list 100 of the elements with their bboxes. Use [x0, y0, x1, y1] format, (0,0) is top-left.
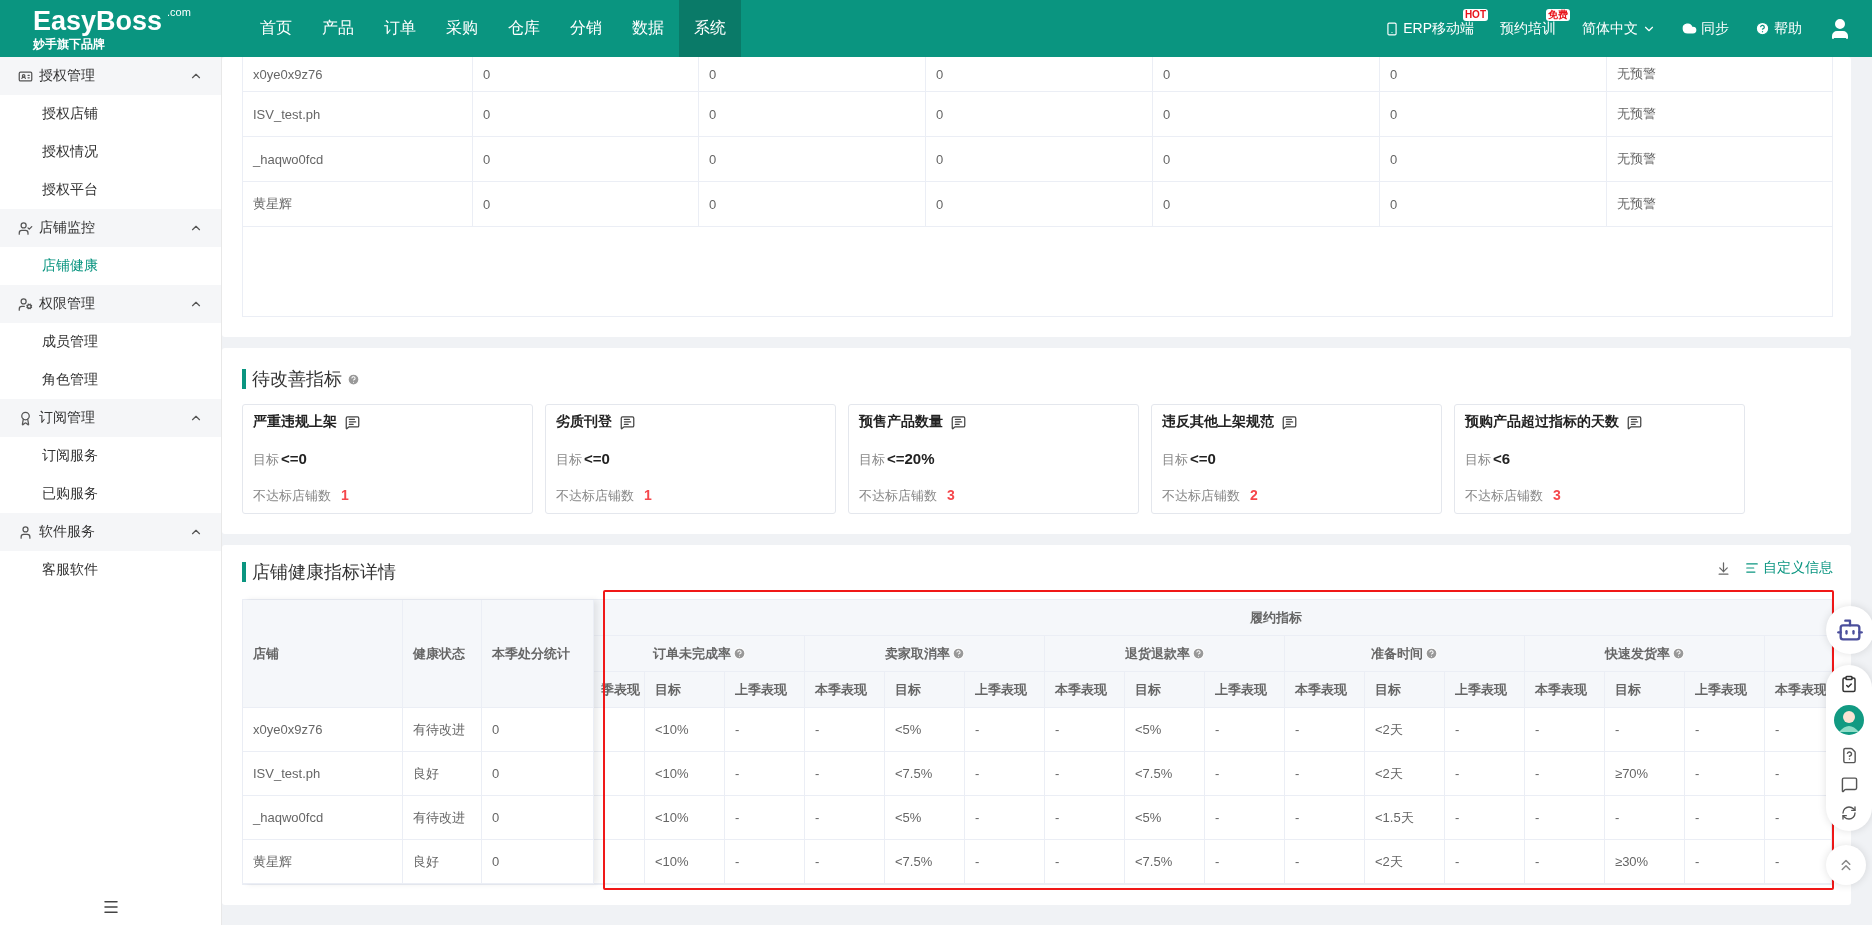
collapse-menu-icon[interactable] — [101, 898, 120, 916]
table-cell: - — [1685, 752, 1765, 796]
column-header: 上季表现 — [725, 672, 805, 708]
table-cell: - — [965, 840, 1045, 884]
chat-icon[interactable] — [1840, 776, 1858, 793]
table-cell: - — [1525, 840, 1605, 884]
target-value: <6 — [1493, 449, 1511, 467]
checklist-icon[interactable] — [1840, 675, 1858, 693]
fail-label: 不达标店铺数 — [556, 487, 634, 505]
metric-name: 订单未完成率 — [652, 644, 731, 663]
table-cell: 0 — [1380, 137, 1607, 181]
column-header: 健康状态 — [403, 600, 482, 708]
sidebar-item[interactable]: 授权平台 — [0, 171, 221, 209]
column-header: 上季表现 — [1445, 672, 1525, 708]
help-icon[interactable] — [1671, 647, 1685, 660]
nav-item[interactable]: 首页 — [245, 0, 307, 57]
table-cell: ISV_test.ph — [243, 752, 403, 796]
sidebar-item[interactable]: 授权情况 — [0, 133, 221, 171]
table-cell: 0 — [1380, 57, 1607, 91]
sidebar-group[interactable]: 授权管理 — [0, 57, 221, 95]
download-icon[interactable] — [1716, 560, 1731, 576]
nav-item[interactable]: 订单 — [369, 0, 431, 57]
help-icon[interactable] — [951, 647, 965, 660]
table-cell: <10% — [645, 840, 725, 884]
header-link[interactable]: 预约培训 — [1500, 19, 1556, 38]
table-cell: - — [1525, 796, 1605, 840]
sidebar-group[interactable]: 订阅管理 — [0, 399, 221, 437]
column-header: 本季表现 — [1525, 672, 1605, 708]
table-cell: <7.5% — [1125, 840, 1205, 884]
table-cell: - — [1525, 708, 1605, 752]
table-cell: 0 — [926, 182, 1153, 226]
table-cell: 0 — [473, 137, 699, 181]
table-cell: 0 — [1380, 182, 1607, 226]
help-icon — [1755, 21, 1770, 36]
table-cell: - — [965, 796, 1045, 840]
sidebar-item[interactable]: 客服软件 — [0, 551, 221, 589]
assistant-button[interactable] — [1826, 606, 1872, 654]
nav-item[interactable]: 采购 — [431, 0, 493, 57]
table-cell: - — [1285, 752, 1365, 796]
table-cell: 0 — [1153, 92, 1380, 136]
sidebar-item[interactable]: 店铺健康 — [0, 247, 221, 285]
table-cell: 0 — [482, 708, 594, 752]
sidebar-item[interactable]: 授权店铺 — [0, 95, 221, 133]
table-cell: <1.5天 — [1365, 796, 1445, 840]
refresh-icon[interactable] — [1841, 805, 1857, 821]
table-cell: - — [1285, 840, 1365, 884]
header-link[interactable]: 帮助 — [1774, 19, 1802, 38]
table-cell: - — [1205, 840, 1285, 884]
help-icon[interactable] — [1425, 647, 1438, 660]
table-cell-text: 无预警 — [1616, 150, 1657, 168]
user-icon — [18, 524, 33, 540]
comment-icon[interactable] — [345, 414, 360, 430]
comment-icon[interactable] — [1627, 414, 1642, 430]
sidebar-item[interactable]: 订阅服务 — [0, 437, 221, 475]
sidebar-group[interactable]: 权限管理 — [0, 285, 221, 323]
table-cell: <5% — [1125, 796, 1205, 840]
table-cell: <7.5% — [885, 840, 965, 884]
table-cell: - — [1685, 796, 1765, 840]
sidebar-item[interactable]: 角色管理 — [0, 361, 221, 399]
column-header: 本季处分统计 — [482, 600, 594, 708]
comment-icon[interactable] — [620, 414, 635, 430]
comment-icon[interactable] — [951, 414, 966, 430]
back-to-top-button[interactable] — [1826, 845, 1866, 885]
table-cell: - — [965, 708, 1045, 752]
nav-item[interactable]: 仓库 — [493, 0, 555, 57]
sidebar-item[interactable]: 成员管理 — [0, 323, 221, 361]
award-icon — [18, 410, 33, 426]
target-value: <=0 — [584, 449, 610, 467]
card-title: 预售产品数量 — [859, 413, 943, 431]
help-icon[interactable] — [732, 647, 746, 660]
target-label: 目标 — [859, 450, 885, 469]
table-cell: - — [805, 796, 885, 840]
table-cell: - — [1285, 796, 1365, 840]
sidebar-item[interactable]: 已购服务 — [0, 475, 221, 513]
table-cell: <2天 — [1365, 840, 1445, 884]
table-cell: 0 — [473, 182, 699, 226]
column-header: 本季表现 — [1765, 672, 1832, 708]
nav-item[interactable]: 分销 — [555, 0, 617, 57]
custom-info-link[interactable]: 自定义信息 — [1745, 559, 1833, 577]
table-cell: 良好 — [403, 752, 482, 796]
sidebar-group[interactable]: 软件服务 — [0, 513, 221, 551]
table-cell: - — [1605, 708, 1685, 752]
comment-icon[interactable] — [1282, 414, 1297, 430]
nav-item[interactable]: 数据 — [617, 0, 679, 57]
help-book-icon[interactable] — [1840, 747, 1858, 764]
sidebar-group[interactable]: 店铺监控 — [0, 209, 221, 247]
nav-item[interactable]: 产品 — [307, 0, 369, 57]
table-cell: <5% — [885, 708, 965, 752]
table-cell: - — [1445, 796, 1525, 840]
help-icon[interactable] — [1191, 647, 1205, 660]
logo[interactable]: EasyBoss — [33, 7, 163, 35]
header-badge: HOT — [1462, 8, 1488, 21]
help-icon[interactable] — [347, 372, 360, 386]
avatar-icon[interactable] — [1834, 705, 1864, 735]
header-link[interactable]: ERP移动端 — [1403, 19, 1474, 38]
logo-suffix: .com — [167, 6, 191, 18]
header-link[interactable]: 同步 — [1701, 19, 1729, 38]
logo-tagline: 妙手旗下品牌 — [33, 37, 106, 50]
nav-item[interactable]: 系统 — [679, 0, 741, 57]
header-link[interactable]: 简体中文 — [1582, 19, 1638, 38]
